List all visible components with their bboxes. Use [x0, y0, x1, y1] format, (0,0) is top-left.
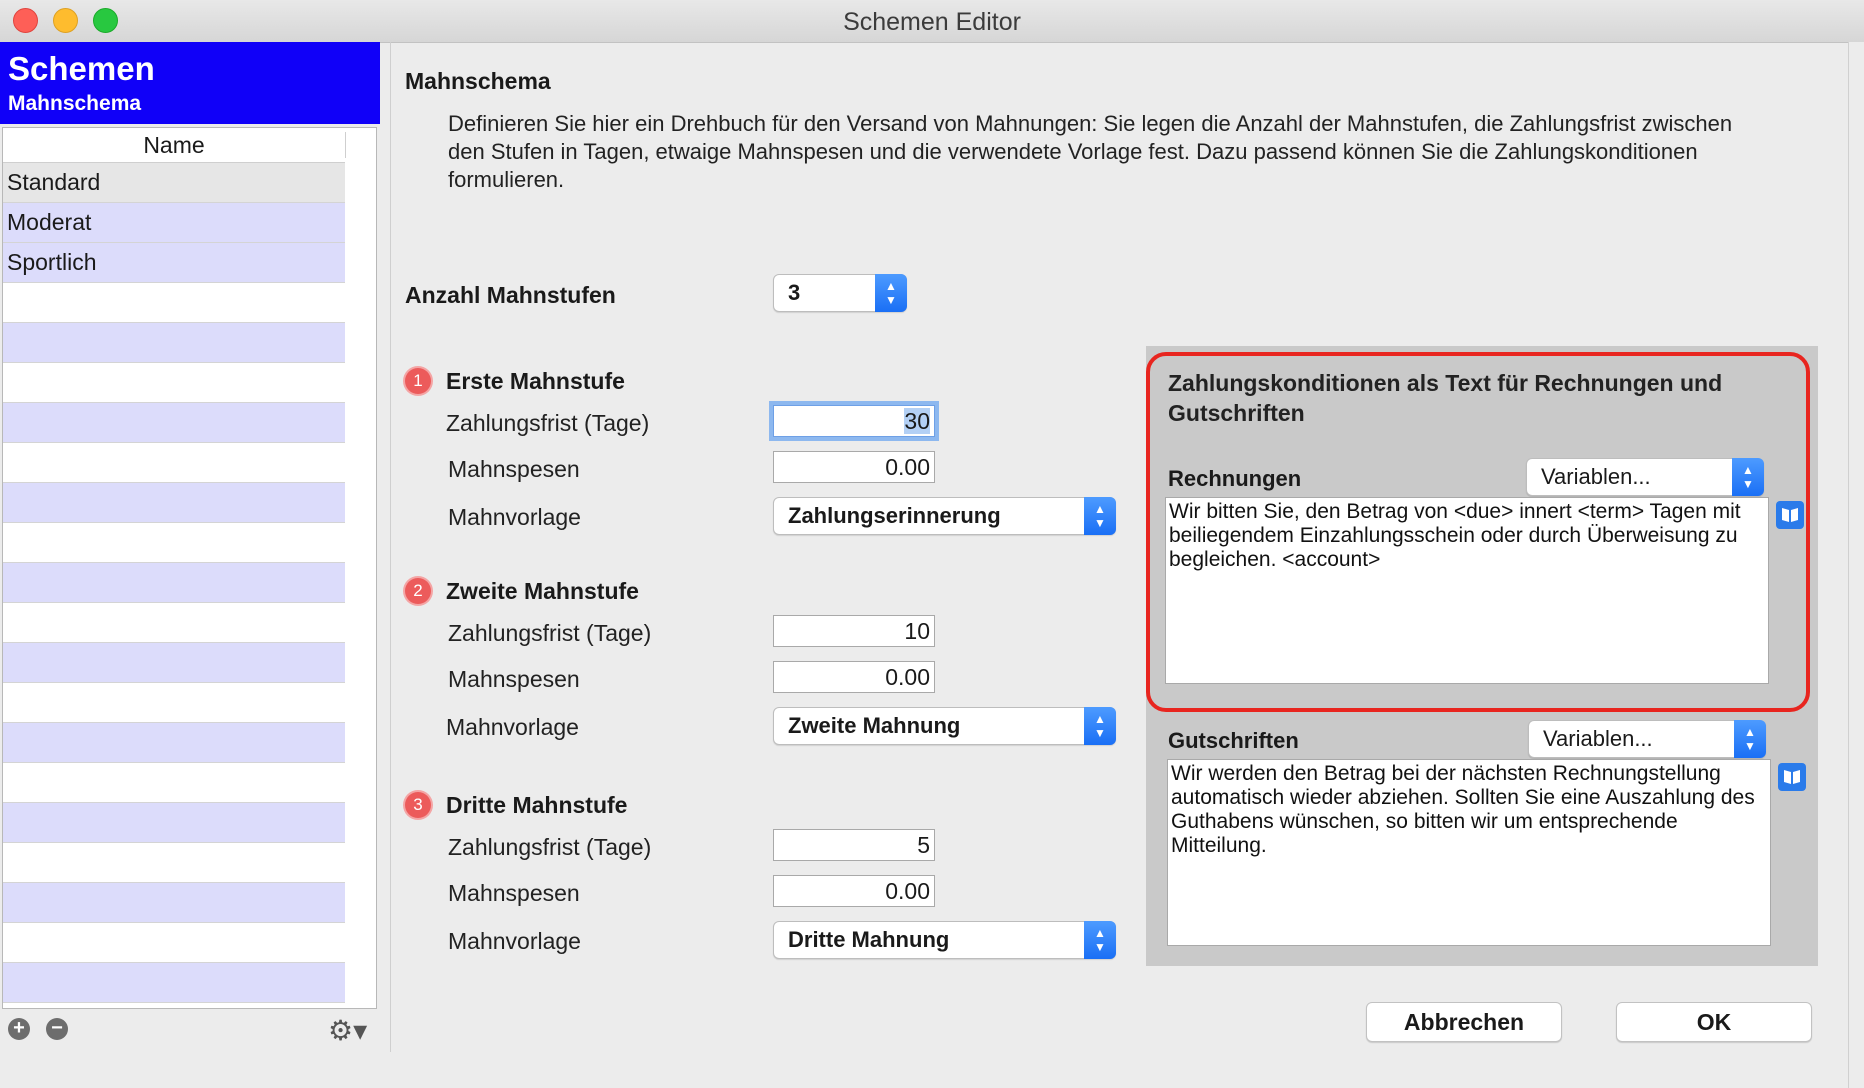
empty-row — [3, 923, 345, 963]
empty-row — [3, 323, 345, 363]
stage-2-title: Zweite Mahnstufe — [446, 578, 639, 604]
payment-terms-title: Zahlungskonditionen als Text für Rechnun… — [1168, 370, 1723, 426]
chevron-updown-icon: ▲ ▼ — [1084, 707, 1116, 745]
stage-2-spesen-input[interactable]: 0.00 — [773, 661, 935, 693]
stage-1-vorlage-label: Mahnvorlage — [448, 504, 581, 530]
stage-2-vorlage-select[interactable]: Zweite Mahnung ▲ ▼ — [773, 707, 1116, 745]
stage-1-spesen-label: Mahnspesen — [448, 456, 580, 482]
empty-row — [3, 363, 345, 403]
gutschriften-variables-value: Variablen... — [1543, 726, 1653, 751]
stage-1-title: Erste Mahnstufe — [446, 368, 625, 394]
empty-row — [3, 443, 345, 483]
chevron-updown-icon: ▲ ▼ — [1734, 720, 1766, 758]
empty-row — [3, 643, 345, 683]
column-header-name[interactable]: Name — [3, 128, 345, 163]
gear-icon[interactable]: ⚙▾ — [328, 1014, 367, 1047]
stage-2-frist-input[interactable]: 10 — [773, 615, 935, 647]
section-description: Definieren Sie hier ein Drehbuch für den… — [448, 111, 1733, 192]
list-item-standard[interactable]: Standard — [3, 163, 345, 203]
stage-3-icon: 3 — [405, 792, 431, 818]
empty-row — [3, 763, 345, 803]
stage-1-vorlage-value: Zahlungserinnerung — [788, 503, 1001, 528]
book-icon[interactable] — [1776, 501, 1804, 529]
sidebar-title: Schemen — [8, 50, 155, 87]
empty-row — [3, 883, 345, 923]
window-title: Schemen Editor — [843, 8, 1021, 36]
scheme-rows: Standard Moderat Sportlich — [3, 163, 345, 1008]
sidebar-subtitle: Mahnschema — [8, 92, 142, 115]
empty-row — [3, 683, 345, 723]
stage-2-vorlage-value: Zweite Mahnung — [788, 713, 961, 738]
anzahl-mahnstufen-label: Anzahl Mahnstufen — [405, 282, 616, 308]
title-bar: Schemen Editor — [0, 0, 1864, 43]
empty-row — [3, 723, 345, 763]
anzahl-mahnstufen-value: 3 — [788, 280, 801, 305]
empty-row — [3, 403, 345, 443]
gutschriften-variables-select[interactable]: Variablen... ▲ ▼ — [1528, 720, 1766, 758]
stage-3-vorlage-label: Mahnvorlage — [448, 928, 581, 954]
stage-1-spesen-input[interactable]: 0.00 — [773, 451, 935, 483]
rechnungen-label: Rechnungen — [1168, 466, 1302, 491]
rechnungen-variables-select[interactable]: Variablen... ▲ ▼ — [1526, 458, 1764, 496]
empty-row — [3, 843, 345, 883]
ok-button[interactable]: OK — [1616, 1002, 1812, 1042]
stage-3-frist-input[interactable]: 5 — [773, 829, 935, 861]
sidebar-header: Schemen Mahnschema — [0, 42, 380, 124]
chevron-updown-icon: ▲ ▼ — [1084, 497, 1116, 535]
empty-row — [3, 483, 345, 523]
gutschriften-label: Gutschriften — [1168, 728, 1299, 753]
cancel-button[interactable]: Abbrechen — [1366, 1002, 1562, 1042]
gutschriften-text-area[interactable]: Wir werden den Betrag bei der nächsten R… — [1167, 759, 1771, 946]
stage-3-spesen-label: Mahnspesen — [448, 880, 580, 906]
stage-3-title: Dritte Mahnstufe — [446, 792, 628, 818]
stage-3-spesen-input[interactable]: 0.00 — [773, 875, 935, 907]
scheme-list[interactable]: Name Standard Moderat Sportlich — [2, 127, 377, 1009]
stage-2-spesen-label: Mahnspesen — [448, 666, 580, 692]
empty-row — [3, 283, 345, 323]
empty-row — [3, 963, 345, 1003]
stage-1-vorlage-select[interactable]: Zahlungserinnerung ▲ ▼ — [773, 497, 1116, 535]
section-title: Mahnschema — [405, 68, 551, 94]
rechnungen-text-area[interactable]: Wir bitten Sie, den Betrag von <due> inn… — [1165, 497, 1769, 684]
stage-2-icon: 2 — [405, 578, 431, 604]
stage-3-vorlage-select[interactable]: Dritte Mahnung ▲ ▼ — [773, 921, 1116, 959]
stage-1-frist-value: 30 — [904, 408, 930, 434]
anzahl-mahnstufen-select[interactable]: 3 ▲ ▼ — [773, 274, 907, 312]
stage-2-vorlage-label: Mahnvorlage — [446, 714, 579, 740]
add-scheme-button[interactable]: + — [8, 1018, 30, 1040]
stage-3-vorlage-value: Dritte Mahnung — [788, 927, 950, 952]
sidebar-divider — [390, 42, 391, 1052]
book-icon[interactable] — [1778, 763, 1806, 791]
stage-2-frist-label: Zahlungsfrist (Tage) — [448, 620, 652, 646]
stage-1-frist-input[interactable]: 30 — [773, 405, 935, 437]
empty-row — [3, 803, 345, 843]
list-item-moderat[interactable]: Moderat — [3, 203, 345, 243]
list-item-sportlich[interactable]: Sportlich — [3, 243, 345, 283]
sidebar-footer: + − ⚙▾ — [0, 1008, 380, 1058]
remove-scheme-button[interactable]: − — [46, 1018, 68, 1040]
chevron-updown-icon: ▲ ▼ — [875, 274, 907, 312]
chevron-updown-icon: ▲ ▼ — [1732, 458, 1764, 496]
empty-row — [3, 563, 345, 603]
empty-row — [3, 523, 345, 563]
stage-1-frist-label: Zahlungsfrist (Tage) — [446, 410, 650, 436]
rechnungen-variables-value: Variablen... — [1541, 464, 1651, 489]
chevron-updown-icon: ▲ ▼ — [1084, 921, 1116, 959]
schemen-editor-window: Schemen Editor Schemen Mahnschema Name S… — [0, 0, 1864, 1088]
window-right-edge — [1848, 42, 1864, 1088]
column-divider — [345, 132, 346, 158]
stage-1-icon: 1 — [405, 368, 431, 394]
stage-3-frist-label: Zahlungsfrist (Tage) — [448, 834, 652, 860]
empty-row — [3, 603, 345, 643]
